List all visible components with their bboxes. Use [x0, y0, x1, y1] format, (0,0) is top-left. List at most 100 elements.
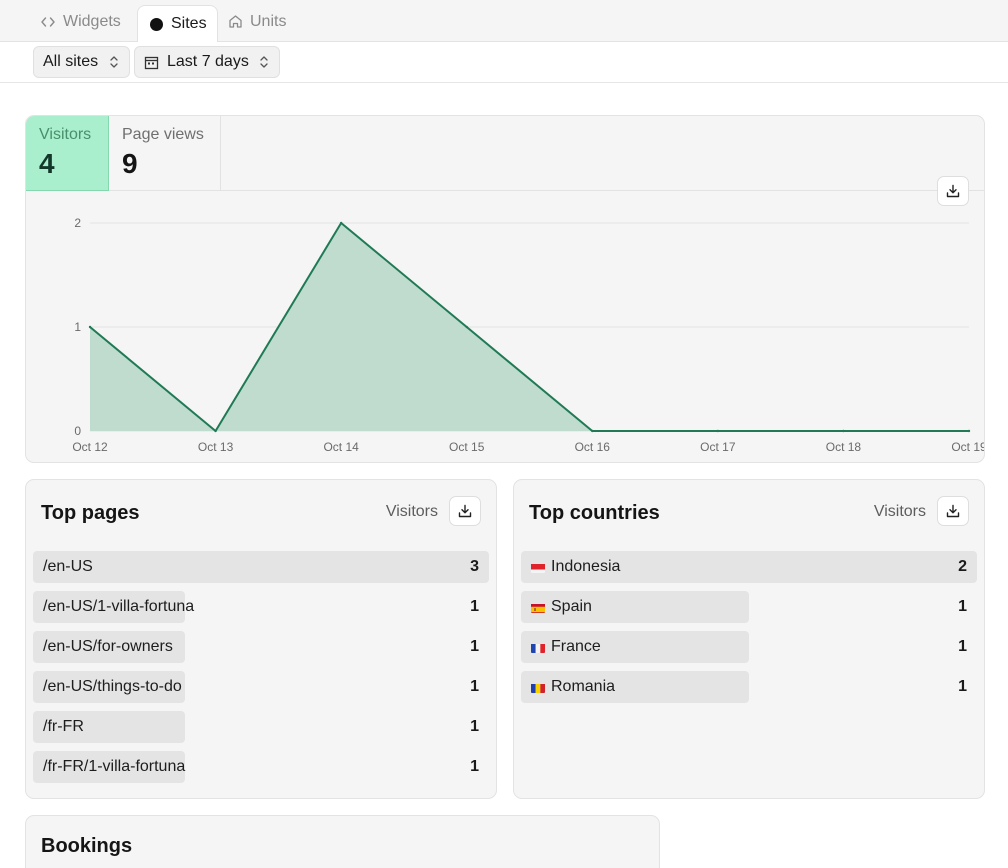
download-icon	[458, 504, 472, 518]
top-country-row[interactable]: France 1	[521, 631, 977, 663]
date-range-select[interactable]: Last 7 days	[134, 46, 280, 78]
top-pages-list: /en-US 3/en-US/1-villa-fortuna 1/en-US/for…	[33, 551, 489, 791]
row-label: Indonesia	[531, 558, 620, 576]
chevron-updown-icon	[109, 54, 119, 70]
download-icon	[946, 504, 960, 518]
top-page-row[interactable]: /fr-FR 1	[33, 711, 489, 743]
site-select[interactable]: All sites	[33, 46, 130, 78]
x-tick-label: Oct 18	[826, 440, 862, 454]
x-tick-label: Oct 14	[323, 440, 359, 454]
top-page-row[interactable]: /en-US/for-owners 1	[33, 631, 489, 663]
top-page-row[interactable]: /fr-FR/1-villa-fortuna 1	[33, 751, 489, 783]
top-countries-card: Top countries Visitors Indonesia 2 Spain 1 F…	[513, 479, 985, 799]
data-point	[88, 325, 92, 329]
chevron-updown-icon	[259, 54, 269, 70]
row-count: 3	[470, 558, 479, 575]
row-label-text: /en-US	[43, 558, 93, 575]
row-label-text: Romania	[551, 678, 616, 695]
data-point	[842, 429, 845, 433]
row-bar	[33, 551, 489, 583]
visitors-chart-card: Visitors 4 Page views 9 0 1 2 Oct 12 Oct 13 O…	[25, 115, 985, 463]
y-tick-label: 1	[74, 320, 81, 334]
tab-units-label: Units	[250, 12, 287, 30]
row-count: 1	[470, 638, 479, 655]
row-label-text: Spain	[551, 598, 592, 615]
visitors-chart: 0 1 2 Oct 12 Oct 13 Oct 14 Oct 15 Oct 16 Oct 17 O…	[72, 216, 985, 454]
code-icon	[40, 14, 56, 30]
row-count: 1	[470, 598, 479, 615]
row-count: 1	[958, 598, 967, 615]
filter-bar: All sites Last 7 days	[0, 42, 1008, 83]
flag-id-icon	[531, 562, 545, 573]
row-label-text: /en-US/for-owners	[43, 638, 173, 655]
data-point	[214, 429, 217, 433]
top-countries-column-label: Visitors	[873, 503, 926, 520]
tab-units[interactable]: Units	[217, 5, 296, 38]
row-label: /en-US/for-owners	[43, 638, 173, 656]
y-tick-label: 0	[74, 424, 81, 438]
row-label-text: /fr-FR	[43, 718, 84, 735]
row-count: 1	[958, 638, 967, 655]
tab-widgets[interactable]: Widgets	[30, 5, 131, 38]
top-pages-title: Top pages	[41, 502, 140, 524]
x-tick-label: Oct 17	[700, 440, 736, 454]
top-page-row[interactable]: /en-US 3	[33, 551, 489, 583]
row-label: /fr-FR/1-villa-fortuna	[43, 758, 185, 776]
bookings-title: Bookings	[41, 835, 133, 857]
x-tick-label: Oct 12	[72, 440, 108, 454]
row-count: 1	[470, 718, 479, 735]
top-page-row[interactable]: /en-US/1-villa-fortuna 1	[33, 591, 489, 623]
row-count: 1	[470, 758, 479, 775]
row-label-text: /en-US/1-villa-fortuna	[43, 598, 195, 615]
data-point	[591, 429, 594, 433]
x-tick-label: Oct 16	[575, 440, 611, 454]
row-label-text: /en-US/things-to-do	[43, 678, 182, 695]
row-label-text: Indonesia	[551, 558, 621, 575]
top-page-row[interactable]: /en-US/things-to-do 1	[33, 671, 489, 703]
y-tick-label: 2	[74, 216, 81, 230]
tab-widgets-label: Widgets	[63, 12, 121, 30]
date-range-value: Last 7 days	[167, 53, 249, 70]
flag-es-icon	[531, 602, 545, 613]
top-countries-title: Top countries	[529, 502, 660, 524]
download-icon	[946, 184, 960, 198]
home-icon	[227, 14, 243, 30]
row-label: /en-US	[43, 558, 93, 576]
top-country-row[interactable]: Spain 1	[521, 591, 977, 623]
top-pages-column-label: Visitors	[385, 503, 438, 520]
flag-fr-icon	[531, 642, 545, 653]
row-label: Romania	[531, 678, 615, 696]
data-point	[339, 221, 343, 225]
top-pages-card: Top pages Visitors /en-US 3/en-US/1-villa…	[25, 479, 497, 799]
flag-ro-icon	[531, 682, 545, 693]
row-count: 2	[958, 558, 967, 575]
top-tab-bar: Widgets Sites Units	[0, 0, 1008, 42]
row-label: /en-US/things-to-do	[43, 678, 182, 696]
row-label: Spain	[531, 598, 592, 616]
row-label: /fr-FR	[43, 718, 84, 736]
data-point	[465, 325, 468, 329]
top-countries-download-button[interactable]	[937, 496, 969, 526]
site-select-value: All sites	[43, 53, 99, 70]
x-tick-label: Oct 13	[198, 440, 234, 454]
data-point	[716, 429, 720, 433]
tab-sites-label: Sites	[171, 15, 207, 32]
tab-sites[interactable]: Sites	[137, 5, 218, 42]
row-label-text: France	[551, 638, 601, 655]
row-count: 1	[958, 678, 967, 695]
row-label: /en-US/1-villa-fortuna	[43, 598, 194, 616]
calendar-icon	[144, 55, 159, 70]
dot-icon	[148, 16, 164, 32]
top-country-row[interactable]: Indonesia 2	[521, 551, 977, 583]
row-label: France	[531, 638, 601, 656]
row-label-text: /fr-FR/1-villa-fortuna	[43, 758, 186, 775]
top-pages-download-button[interactable]	[449, 496, 481, 526]
row-count: 1	[470, 678, 479, 695]
chart-download-button[interactable]	[937, 176, 969, 206]
x-tick-label: Oct 19	[951, 440, 985, 454]
data-point	[967, 429, 971, 433]
x-tick-label: Oct 15	[449, 440, 485, 454]
top-country-row[interactable]: Romania 1	[521, 671, 977, 703]
bookings-card: Bookings	[25, 815, 660, 868]
top-countries-list: Indonesia 2 Spain 1 France 1 Romania 1	[521, 551, 977, 711]
